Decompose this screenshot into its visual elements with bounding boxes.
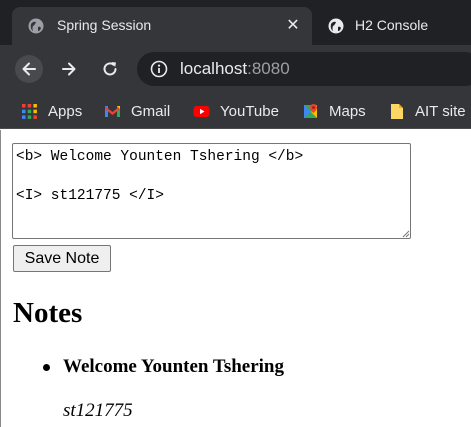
bookmark-ait-site[interactable]: AIT site (388, 101, 466, 121)
url-text: localhost:8080 (180, 59, 290, 79)
address-bar[interactable]: localhost:8080 (137, 52, 471, 86)
url-port: :8080 (247, 59, 290, 78)
bookmark-label: Gmail (131, 102, 171, 120)
resize-handle-icon[interactable] (401, 229, 410, 238)
globe-icon (28, 18, 44, 34)
bookmarks-bar: Apps Gmail YouTube Maps AIT site (0, 93, 471, 129)
bookmark-youtube[interactable]: YouTube (193, 101, 279, 121)
tab-title: H2 Console (355, 17, 429, 33)
note-textarea[interactable]: <b> Welcome Younten Tshering </b> <I> st… (12, 143, 411, 239)
tab-h2-console[interactable]: H2 Console (312, 7, 471, 45)
bookmark-label: YouTube (220, 102, 279, 120)
info-icon[interactable] (150, 60, 168, 78)
maps-icon (304, 103, 317, 118)
tab-spring-session[interactable]: Spring Session ✕ (12, 7, 312, 45)
bookmark-maps[interactable]: Maps (302, 101, 366, 121)
notes-heading: Notes (13, 297, 83, 329)
save-note-button[interactable]: Save Note (13, 245, 111, 272)
page-content: <b> Welcome Younten Tshering </b> <I> st… (0, 130, 471, 427)
reload-icon (103, 62, 117, 76)
gmail-icon (105, 105, 120, 117)
bookmark-label: AIT site (415, 102, 466, 120)
bookmark-folder-icon (391, 103, 403, 119)
browser-toolbar: localhost:8080 (0, 45, 471, 93)
arrow-left-icon (22, 62, 36, 76)
note-title: Welcome Younten Tshering (63, 356, 284, 377)
tab-strip: Spring Session ✕ H2 Console (0, 0, 471, 45)
close-icon[interactable]: ✕ (283, 16, 303, 36)
bullet-icon (43, 364, 50, 371)
url-host: localhost (180, 59, 248, 78)
apps-grid-icon (22, 103, 37, 119)
youtube-icon (193, 105, 210, 117)
forward-button[interactable] (55, 55, 83, 83)
back-button[interactable] (15, 55, 43, 83)
bookmark-label: Apps (48, 102, 83, 120)
bookmark-gmail[interactable]: Gmail (104, 101, 170, 121)
tab-title: Spring Session (57, 17, 152, 33)
bookmark-apps[interactable]: Apps (21, 101, 82, 121)
arrow-right-icon (62, 62, 76, 76)
note-subtitle: st121775 (63, 400, 133, 421)
bookmark-label: Maps (329, 102, 366, 120)
reload-button[interactable] (96, 55, 124, 83)
globe-icon (328, 18, 344, 34)
